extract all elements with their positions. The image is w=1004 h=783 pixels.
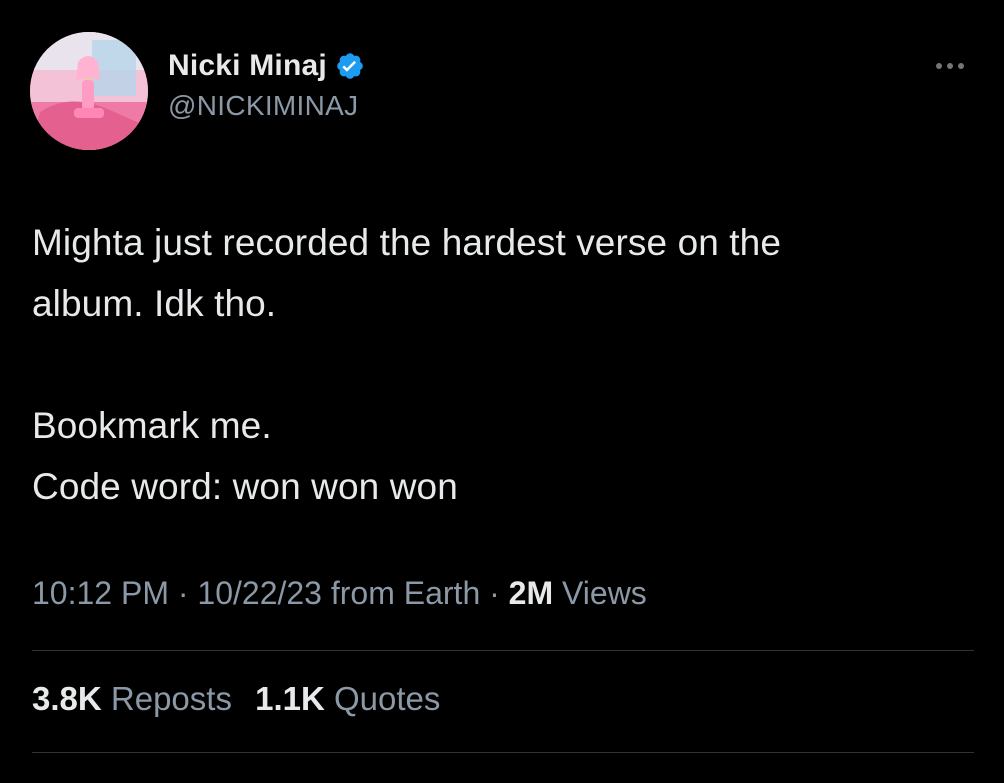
views-count: 2M <box>508 575 554 611</box>
tweet-line: album. Idk tho. <box>32 283 277 324</box>
engagement-stats: 3.8K Reposts 1.1K Quotes <box>32 680 454 718</box>
tweet-line: Bookmark me. <box>32 405 272 446</box>
tweet-line: Mighta just recorded the hardest verse o… <box>32 222 782 263</box>
display-name[interactable]: Nicki Minaj <box>168 49 327 83</box>
tweet-time[interactable]: 10:12 PM <box>32 575 169 611</box>
divider <box>32 752 974 753</box>
tweet-date[interactable]: 10/22/23 <box>197 575 322 611</box>
author-block: Nicki Minaj @NICKIMINAJ <box>168 46 365 122</box>
tweet-source: from Earth <box>330 575 481 611</box>
views-label[interactable]: Views <box>562 575 647 611</box>
more-options-icon[interactable] <box>928 52 972 80</box>
user-handle[interactable]: @NICKIMINAJ <box>168 90 365 122</box>
more-dot <box>936 63 942 69</box>
meta-separator: · <box>489 575 500 611</box>
tweet-meta: 10:12 PM · 10/22/23 from Earth · 2M View… <box>32 575 647 612</box>
quotes-label: Quotes <box>334 680 441 717</box>
tweet-line: Code word: won won won <box>32 466 458 507</box>
avatar[interactable] <box>30 32 148 150</box>
divider <box>32 650 974 651</box>
quotes-count: 1.1K <box>255 680 325 717</box>
more-dot <box>947 63 953 69</box>
profile-photo-icon <box>30 32 148 150</box>
verified-badge-icon <box>335 51 365 81</box>
quotes-stat[interactable]: 1.1K Quotes <box>255 680 440 718</box>
reposts-stat[interactable]: 3.8K Reposts <box>32 680 232 718</box>
reposts-label: Reposts <box>110 680 232 717</box>
reposts-count: 3.8K <box>32 680 102 717</box>
tweet-text: Mighta just recorded the hardest verse o… <box>32 212 972 517</box>
tweet-card: Nicki Minaj @NICKIMINAJ Mighta just reco… <box>0 0 1004 783</box>
name-row: Nicki Minaj <box>168 46 365 86</box>
meta-separator: · <box>177 575 189 611</box>
more-dot <box>958 63 964 69</box>
